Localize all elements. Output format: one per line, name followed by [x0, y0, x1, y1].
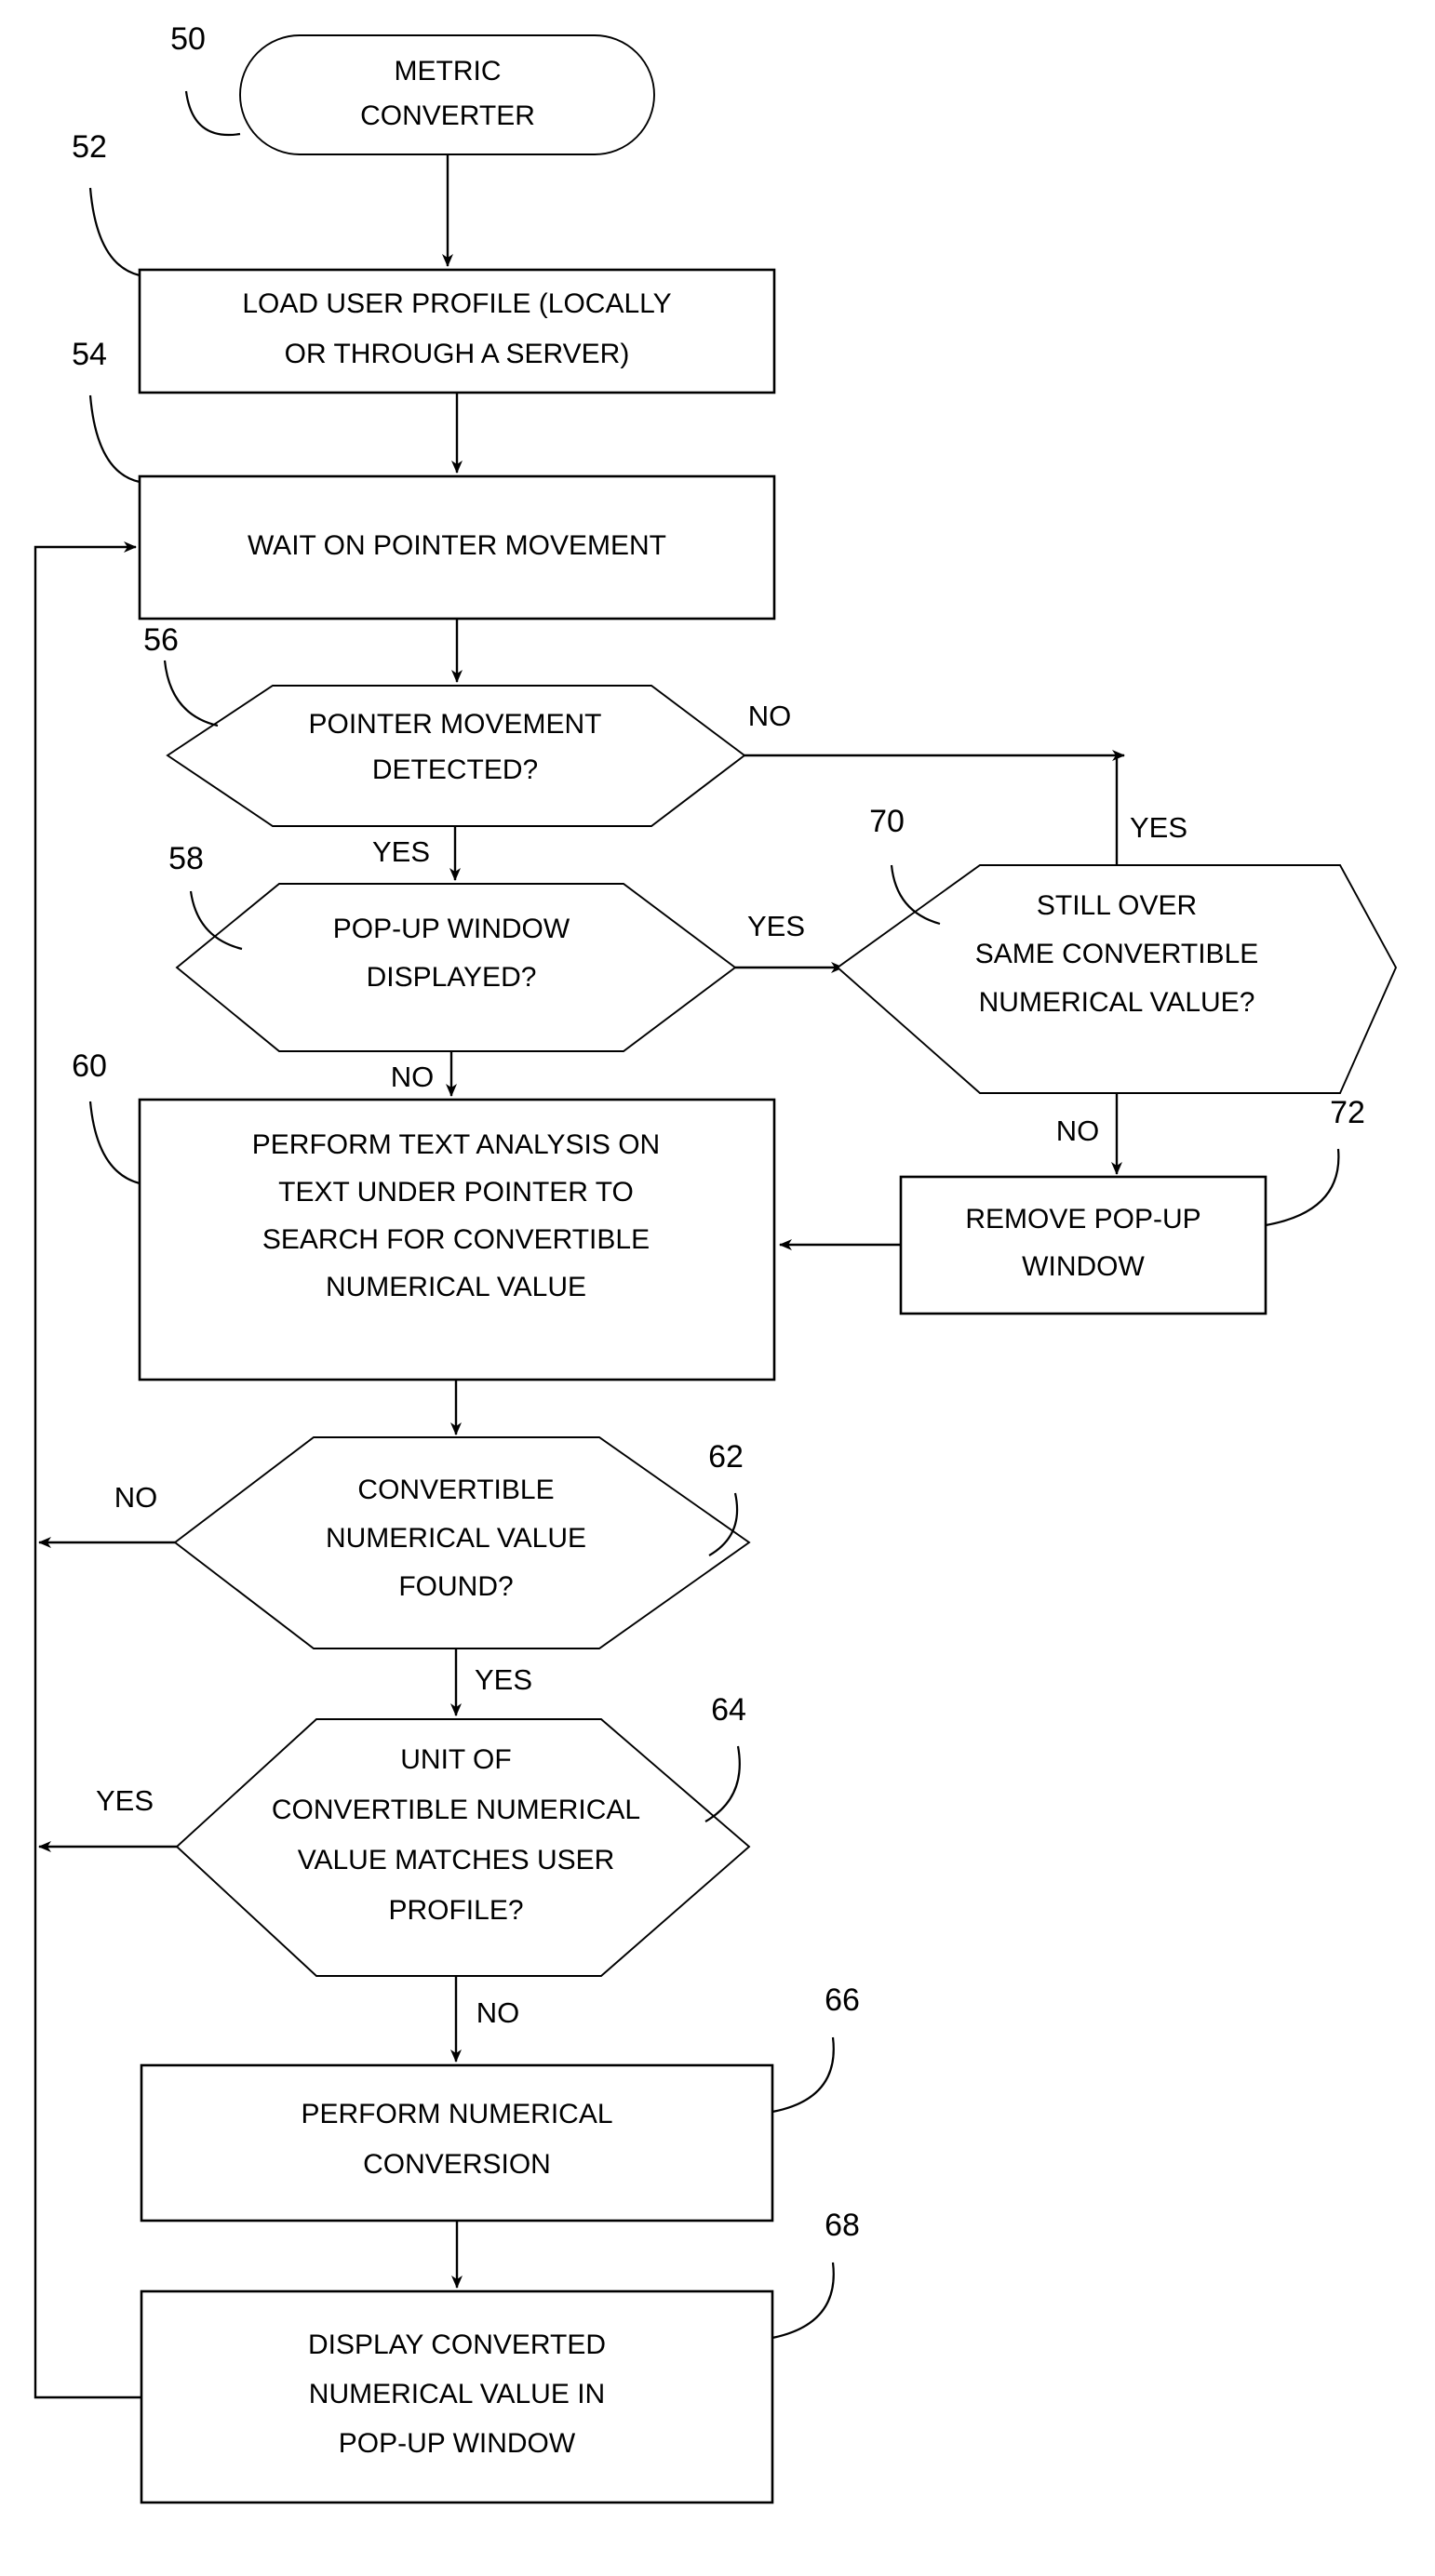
node-50-metric-converter: METRIC CONVERTER: [239, 34, 655, 155]
node-50-shape: [239, 34, 655, 155]
node-64-line-2: CONVERTIBLE NUMERICAL: [272, 1795, 640, 1825]
node-60-line-3: SEARCH FOR CONVERTIBLE: [262, 1224, 650, 1255]
node-72-remove-popup-window: REMOVE POP-UP WINDOW: [899, 1175, 1267, 1315]
leader-56: [163, 660, 219, 727]
ref-number-70: 70: [869, 804, 905, 839]
node-70-line-3: NUMERICAL VALUE?: [979, 987, 1255, 1018]
ref-number-64: 64: [711, 1692, 746, 1728]
node-50-line-2: CONVERTER: [360, 100, 535, 131]
edge-label-62-yes: YES: [475, 1663, 532, 1696]
edge-label-56-yes: YES: [372, 835, 430, 868]
edge-label-64-no: NO: [476, 1996, 520, 2029]
leader-54: [88, 394, 141, 484]
node-58-line-2: DISPLAYED?: [367, 962, 537, 993]
edge-label-62-no: NO: [114, 1481, 158, 1514]
ref-number-60: 60: [72, 1048, 107, 1084]
node-50-line-1: METRIC: [395, 56, 502, 87]
ref-number-50: 50: [170, 21, 206, 57]
node-66-line-2: CONVERSION: [363, 2149, 551, 2180]
node-62-line-2: NUMERICAL VALUE: [326, 1523, 586, 1554]
node-62-convertible-numerical-value-found: CONVERTIBLE NUMERICAL VALUE FOUND?: [173, 1436, 751, 1649]
ref-number-68: 68: [825, 2208, 860, 2243]
node-56-line-2: DETECTED?: [372, 754, 538, 785]
node-66-line-1: PERFORM NUMERICAL: [301, 2099, 612, 2129]
leader-72: [1265, 1148, 1340, 1227]
node-52-load-user-profile: LOAD USER PROFILE (LOCALLY OR THROUGH A …: [138, 268, 776, 394]
node-60-line-4: NUMERICAL VALUE: [326, 1272, 586, 1302]
edge-label-58-yes: YES: [747, 910, 805, 942]
node-66-shape: [140, 2063, 774, 2222]
node-70-line-1: STILL OVER: [1037, 890, 1197, 921]
node-70-line-2: SAME CONVERTIBLE: [975, 939, 1259, 969]
ref-number-54: 54: [72, 337, 107, 372]
node-62-line-3: FOUND?: [398, 1571, 513, 1602]
node-52-line-1: LOAD USER PROFILE (LOCALLY: [242, 288, 671, 319]
node-60-line-2: TEXT UNDER POINTER TO: [278, 1177, 634, 1208]
edge-label-70-yes: YES: [1130, 811, 1187, 844]
node-68-line-1: DISPLAY CONVERTED: [308, 2329, 606, 2360]
node-68-line-2: NUMERICAL VALUE IN: [309, 2379, 605, 2409]
flowchart-canvas: METRIC CONVERTER 50 LOAD USER PROFILE (L…: [34, 21, 1398, 2504]
node-66-perform-numerical-conversion: PERFORM NUMERICAL CONVERSION: [140, 2063, 774, 2222]
ref-number-66: 66: [825, 1982, 860, 2018]
edge-label-64-yes: YES: [96, 1784, 154, 1817]
node-72-shape: [899, 1175, 1267, 1315]
node-64-line-1: UNIT OF: [400, 1744, 511, 1775]
node-54-line-1: WAIT ON POINTER MOVEMENT: [248, 530, 666, 561]
node-64-unit-matches-user-profile: UNIT OF CONVERTIBLE NUMERICAL VALUE MATC…: [175, 1718, 751, 1977]
ref-number-56: 56: [143, 622, 179, 658]
ref-number-72: 72: [1330, 1095, 1365, 1130]
node-60-line-1: PERFORM TEXT ANALYSIS ON: [252, 1129, 660, 1160]
leader-60: [88, 1101, 141, 1185]
node-56-pointer-movement-detected: POINTER MOVEMENT DETECTED?: [166, 685, 746, 827]
node-68-display-converted-value: DISPLAY CONVERTED NUMERICAL VALUE IN POP…: [140, 2289, 774, 2504]
ref-number-62: 62: [708, 1439, 744, 1475]
node-58-popup-window-displayed: POP-UP WINDOW DISPLAYED?: [175, 883, 737, 1052]
node-64-line-4: PROFILE?: [388, 1895, 523, 1926]
node-68-line-3: POP-UP WINDOW: [339, 2428, 576, 2459]
node-72-line-1: REMOVE POP-UP: [965, 1204, 1200, 1235]
edge-label-58-no: NO: [391, 1061, 435, 1093]
node-72-line-2: WINDOW: [1022, 1251, 1145, 1282]
leader-50: [184, 90, 241, 137]
leader-68: [771, 2262, 835, 2340]
node-52-line-2: OR THROUGH A SERVER): [285, 339, 630, 369]
node-54-wait-on-pointer-movement: WAIT ON POINTER MOVEMENT: [138, 474, 776, 621]
node-60-perform-text-analysis: PERFORM TEXT ANALYSIS ON TEXT UNDER POIN…: [138, 1098, 776, 1381]
node-64-line-3: VALUE MATCHES USER: [298, 1845, 615, 1875]
leader-64: [704, 1745, 741, 1822]
edge-label-70-no: NO: [1056, 1114, 1100, 1147]
flowchart-page: METRIC CONVERTER 50 LOAD USER PROFILE (L…: [0, 0, 1435, 2576]
edge-return-to-54: [34, 541, 141, 2399]
leader-52: [88, 187, 141, 277]
node-62-line-1: CONVERTIBLE: [357, 1475, 554, 1505]
ref-number-52: 52: [72, 129, 107, 165]
node-58-line-1: POP-UP WINDOW: [333, 914, 570, 944]
edge-label-56-no: NO: [748, 700, 792, 732]
node-56-line-1: POINTER MOVEMENT: [308, 709, 601, 740]
leader-66: [771, 2036, 835, 2114]
node-70-still-over-same-convertible-numerical-value: STILL OVER SAME CONVERTIBLE NUMERICAL VA…: [836, 864, 1398, 1094]
ref-number-58: 58: [168, 841, 204, 876]
